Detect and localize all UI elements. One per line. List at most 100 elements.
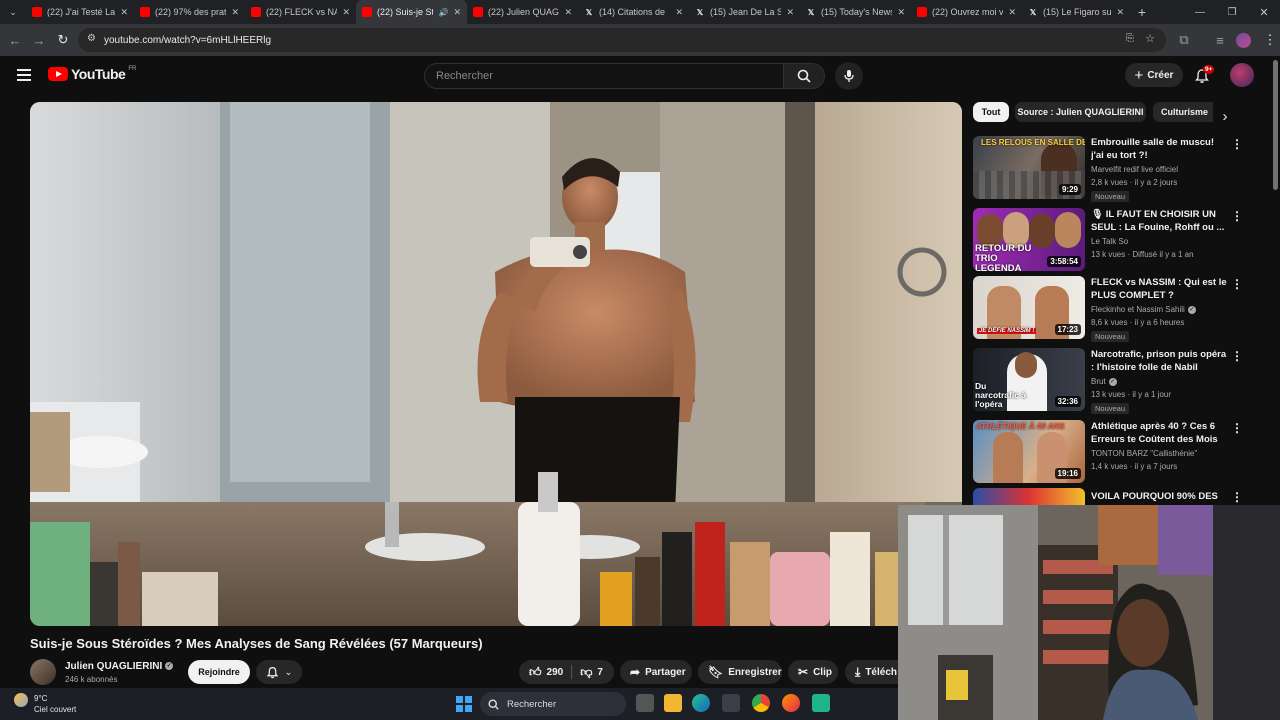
channel-avatar[interactable] [30, 659, 56, 685]
bookmark-star-icon[interactable]: ☆ [1145, 32, 1155, 45]
more-options-icon[interactable]: ⋮ [1231, 421, 1243, 435]
menu-icon[interactable] [17, 69, 31, 81]
close-tab-icon[interactable]: ✕ [1116, 7, 1124, 18]
subscription-bell-button[interactable]: ⌄ [256, 660, 302, 684]
video-player[interactable] [30, 102, 962, 626]
chrome-icon[interactable] [752, 694, 770, 712]
recommendation-item[interactable]: JE DÉFIE NASSIM ! 17:23 FLECK vs NASSIM … [973, 276, 1263, 342]
weather-icon[interactable] [14, 693, 28, 707]
more-options-icon[interactable]: ⋮ [1231, 209, 1243, 223]
channel-name[interactable]: Julien QUAGLIERINI ✓ [65, 661, 174, 672]
browser-tab[interactable]: (22) 97% des prati ✕ [134, 0, 245, 24]
clip-button[interactable]: ✂ Clip [788, 660, 838, 684]
new-badge: Nouveau [1091, 331, 1130, 342]
speaker-icon[interactable]: 🔊 [438, 8, 448, 17]
like-button[interactable]: 👍︎ 290 [529, 665, 563, 680]
chevron-right-icon[interactable]: › [1213, 104, 1237, 128]
browser-tab[interactable]: 𝕏 (15) Jean De La S ✕ [689, 0, 800, 24]
browser-menu-icon[interactable]: ⋮ [1258, 28, 1280, 52]
x-favicon-icon: 𝕏 [807, 7, 815, 17]
tab-search-icon[interactable]: ⌄ [0, 0, 26, 24]
search-input[interactable] [424, 63, 784, 89]
page-scrollbar[interactable] [1273, 60, 1278, 190]
browser-tab[interactable]: 𝕏 (14) Citations de ✕ [578, 0, 689, 24]
taskbar-search[interactable]: Rechercher [480, 692, 626, 716]
close-tab-icon[interactable]: ✕ [1008, 7, 1016, 18]
task-view-icon[interactable] [636, 694, 654, 712]
new-tab-icon[interactable]: + [1130, 0, 1154, 24]
download-button[interactable]: ⤓ Téléch [845, 660, 898, 684]
save-button[interactable]: 🔖︎ Enregistrer [698, 660, 782, 684]
store-icon[interactable] [722, 694, 740, 712]
dislike-button[interactable]: 👎︎ 7 [580, 665, 603, 680]
weather-temperature[interactable]: 9°C [34, 694, 47, 703]
recommendation-item[interactable]: VOILA POURQUOI 90% DES ⋮ [973, 488, 1263, 505]
close-window-icon[interactable]: ✕ [1248, 0, 1280, 24]
back-icon[interactable]: ← [3, 28, 27, 52]
share-icon: ➦ [630, 665, 641, 679]
notifications-button[interactable]: 9+ [1194, 65, 1215, 86]
extensions-icon[interactable]: ⧉ [1172, 28, 1196, 52]
create-button[interactable]: + Créer [1125, 63, 1183, 87]
close-tab-icon[interactable]: ✕ [897, 7, 905, 18]
search-button[interactable] [783, 63, 825, 89]
video-thumbnail[interactable]: ATHLÉTIQUE À 40 ANS 19:16 [973, 420, 1085, 483]
chip-all[interactable]: Tout [973, 102, 1009, 122]
maximize-icon[interactable]: ❐ [1216, 0, 1248, 24]
share-button[interactable]: ➦ Partager [620, 660, 692, 684]
more-options-icon[interactable]: ⋮ [1231, 490, 1243, 504]
recommendation-channel: Marvelfit redif live officiel [1091, 165, 1178, 174]
browser-tab[interactable]: (22) FLECK vs NAS✕ [245, 0, 356, 24]
account-avatar[interactable] [1230, 63, 1254, 87]
close-tab-icon[interactable]: ✕ [120, 7, 128, 18]
edge-icon[interactable] [692, 694, 710, 712]
media-control-icon[interactable]: ≡ [1208, 28, 1232, 52]
video-thumbnail[interactable]: LES RELOUS EN SALLE DE MUSCU 9:29 [973, 136, 1085, 199]
forward-icon[interactable]: → [27, 28, 51, 52]
more-options-icon[interactable]: ⋮ [1231, 349, 1243, 363]
close-tab-icon[interactable]: ✕ [786, 7, 794, 18]
close-tab-icon[interactable]: ✕ [231, 7, 239, 18]
verified-icon: ✓ [1187, 305, 1196, 314]
close-tab-icon[interactable]: ✕ [453, 7, 461, 18]
browser-tab[interactable]: (22) J'ai Testé La P✕ [26, 0, 134, 24]
video-thumbnail[interactable] [973, 488, 1085, 505]
video-frame [30, 102, 962, 626]
video-thumbnail[interactable]: JE DÉFIE NASSIM ! 17:23 [973, 276, 1085, 339]
verified-icon: ✓ [1108, 377, 1117, 386]
more-options-icon[interactable]: ⋮ [1231, 277, 1243, 291]
minimize-icon[interactable]: — [1184, 0, 1216, 24]
windows-start-icon[interactable] [456, 696, 472, 712]
browser-tab-active[interactable]: (22) Suis-je St 🔊 ✕ [356, 0, 467, 24]
weather-description[interactable]: Ciel couvert [34, 705, 76, 714]
close-tab-icon[interactable]: ✕ [564, 7, 572, 18]
webcam-overlay [898, 505, 1280, 720]
app-icon[interactable] [812, 694, 830, 712]
site-info-icon[interactable]: ⚙ [87, 33, 96, 44]
reload-icon[interactable]: ↻ [51, 28, 75, 52]
more-options-icon[interactable]: ⋮ [1231, 137, 1243, 151]
recommendation-item[interactable]: ATHLÉTIQUE À 40 ANS 19:16 Athlétique apr… [973, 420, 1263, 486]
chip-culture[interactable]: Culturisme [1153, 102, 1213, 122]
browser-tab[interactable]: 𝕏 (15) Le Figaro sur ✕ [1022, 0, 1130, 24]
profile-avatar-icon[interactable] [1236, 33, 1251, 48]
youtube-logo[interactable]: YouTube FR [48, 66, 136, 82]
browser-tab[interactable]: 𝕏 (15) Today's News ✕ [800, 0, 911, 24]
close-tab-icon[interactable]: ✕ [342, 7, 350, 18]
recommendation-item[interactable]: Du narcotrafic à l'opéra 32:36 Narcotraf… [973, 348, 1263, 414]
thumbnail-overlay-text: ATHLÉTIQUE À 40 ANS [976, 422, 1065, 431]
chip-source[interactable]: Source : Julien QUAGLIERINI [1015, 102, 1146, 122]
install-app-icon[interactable]: ⎘ [1126, 33, 1134, 44]
recommendation-item[interactable]: RETOUR DU TRIO LEGENDA 3:58:54 🎙 IL FAUT… [973, 208, 1263, 274]
browser-tab[interactable]: (22) Ouvrez moi v ✕ [911, 0, 1022, 24]
close-tab-icon[interactable]: ✕ [675, 7, 683, 18]
join-button[interactable]: Rejoindre [188, 660, 250, 684]
recommendation-item[interactable]: LES RELOUS EN SALLE DE MUSCU 9:29 Embrou… [973, 136, 1263, 202]
address-bar[interactable]: ⚙ youtube.com/watch?v=6mHLlHEERlg ⎘ ☆ [78, 28, 1166, 52]
voice-search-button[interactable] [835, 62, 863, 90]
firefox-icon[interactable] [782, 694, 800, 712]
video-thumbnail[interactable]: RETOUR DU TRIO LEGENDA 3:58:54 [973, 208, 1085, 271]
file-explorer-icon[interactable] [664, 694, 682, 712]
browser-tab[interactable]: (22) Julien QUAGL ✕ [467, 0, 578, 24]
video-thumbnail[interactable]: Du narcotrafic à l'opéra 32:36 [973, 348, 1085, 411]
